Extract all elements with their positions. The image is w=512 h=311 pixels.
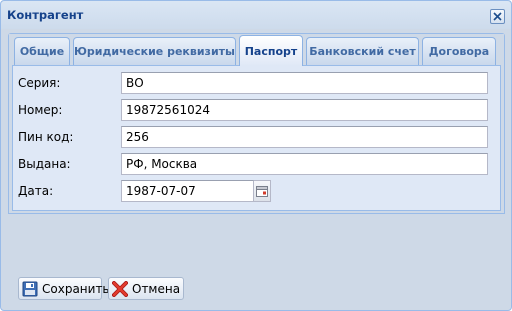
pin-row: Пин код: [13, 126, 500, 148]
tab-panel: Общие Юридические реквизиты Паспорт Банк… [8, 33, 505, 214]
series-row: Серия: [13, 72, 500, 94]
red-x-icon [112, 280, 128, 297]
number-input[interactable] [121, 99, 488, 121]
tab-label: Общие [19, 45, 65, 58]
tab-legal-details[interactable]: Юридические реквизиты [73, 37, 236, 65]
tab-contracts[interactable]: Договора [422, 37, 496, 65]
pin-input[interactable] [121, 126, 488, 148]
issued-label: Выдана: [18, 157, 71, 171]
date-row: Дата: [13, 180, 500, 202]
tab-passport[interactable]: Паспорт [239, 35, 303, 66]
tab-strip: Общие Юридические реквизиты Паспорт Банк… [9, 34, 504, 66]
pin-label: Пин код: [18, 130, 74, 144]
issued-input[interactable] [121, 153, 488, 175]
date-input[interactable] [121, 180, 254, 202]
series-label: Серия: [18, 76, 61, 90]
save-button[interactable]: Сохранить [18, 277, 110, 300]
title-bar[interactable]: Контрагент [1, 1, 511, 29]
series-input[interactable] [121, 72, 488, 94]
issued-row: Выдана: [13, 153, 500, 175]
cancel-button[interactable]: Отмена [108, 277, 184, 300]
tab-label: Банковский счет [309, 45, 416, 58]
number-label: Номер: [18, 103, 63, 117]
dialog-window: Контрагент Общие Юридические реквизиты П… [0, 0, 512, 311]
date-label: Дата: [18, 184, 54, 198]
tab-bank-account[interactable]: Банковский счет [306, 37, 419, 65]
close-button[interactable] [490, 9, 505, 24]
close-icon [493, 12, 502, 21]
date-picker-button[interactable] [254, 180, 271, 202]
cancel-button-label: Отмена [132, 281, 181, 296]
tab-label: Юридические реквизиты [74, 45, 235, 58]
save-button-label: Сохранить [42, 281, 110, 296]
number-row: Номер: [13, 99, 500, 121]
tab-general[interactable]: Общие [14, 37, 70, 65]
window-title: Контрагент [7, 8, 84, 22]
calendar-icon [256, 186, 268, 197]
tab-label: Договора [428, 45, 490, 58]
passport-form: Серия: Номер: Пин код: Выдана: Дата: [12, 65, 501, 211]
tab-label: Паспорт [244, 44, 298, 58]
floppy-disk-icon [22, 281, 38, 297]
